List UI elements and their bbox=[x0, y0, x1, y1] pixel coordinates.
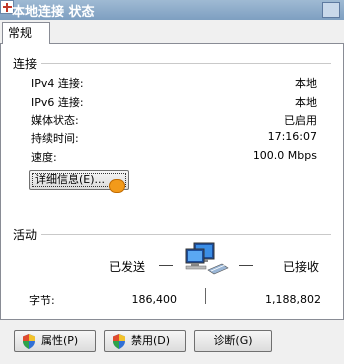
ipv6-label: IPv6 连接: bbox=[31, 96, 84, 109]
diagnose-button-label: 诊断(G) bbox=[213, 334, 253, 347]
properties-button[interactable]: 属性(P) bbox=[14, 330, 96, 352]
received-label: 已接收 bbox=[283, 260, 320, 274]
duration-value: 17:16:07 bbox=[267, 130, 317, 143]
duration-label: 持续时间: bbox=[31, 132, 79, 145]
ipv4-value: 本地 bbox=[295, 77, 317, 90]
diagnose-button[interactable]: 诊断(G) bbox=[194, 330, 272, 352]
activity-group-line bbox=[13, 234, 331, 235]
bytes-label: 字节: bbox=[29, 294, 55, 307]
close-button[interactable] bbox=[322, 2, 340, 18]
balloon-icon bbox=[109, 179, 125, 193]
bytes-sent-value: 186,400 bbox=[131, 293, 178, 306]
speed-label: 速度: bbox=[31, 151, 57, 164]
activity-group-title: 活动 bbox=[13, 226, 42, 243]
sent-dash bbox=[159, 265, 173, 266]
ipv6-value: 本地 bbox=[295, 96, 317, 109]
media-state-label: 媒体状态: bbox=[31, 114, 79, 127]
connection-group-line bbox=[13, 63, 331, 64]
properties-button-label: 属性(P) bbox=[41, 334, 79, 347]
ipv4-label: IPv4 连接: bbox=[31, 77, 84, 90]
connection-group-title: 连接 bbox=[13, 55, 42, 72]
title-bar: 本地连接 状态 bbox=[0, 0, 344, 20]
disable-button[interactable]: 禁用(D) bbox=[104, 330, 186, 352]
tab-strip: 常规 bbox=[0, 20, 344, 45]
window-title: 本地连接 状态 bbox=[12, 5, 95, 20]
uac-shield-icon bbox=[23, 334, 35, 349]
uac-shield-icon bbox=[113, 334, 125, 349]
network-computers-icon bbox=[185, 242, 229, 275]
sent-label: 已发送 bbox=[109, 260, 146, 274]
speed-value: 100.0 Mbps bbox=[252, 149, 317, 162]
bytes-divider bbox=[205, 288, 206, 304]
tab-general[interactable]: 常规 bbox=[2, 22, 50, 45]
general-panel: 连接 IPv4 连接: 本地 IPv6 连接: 本地 媒体状态: 已启用 持续时… bbox=[0, 44, 344, 320]
bytes-received-value: 1,188,802 bbox=[265, 293, 321, 306]
media-state-value: 已启用 bbox=[284, 114, 317, 127]
disable-button-label: 禁用(D) bbox=[131, 334, 171, 347]
received-dash bbox=[239, 265, 253, 266]
